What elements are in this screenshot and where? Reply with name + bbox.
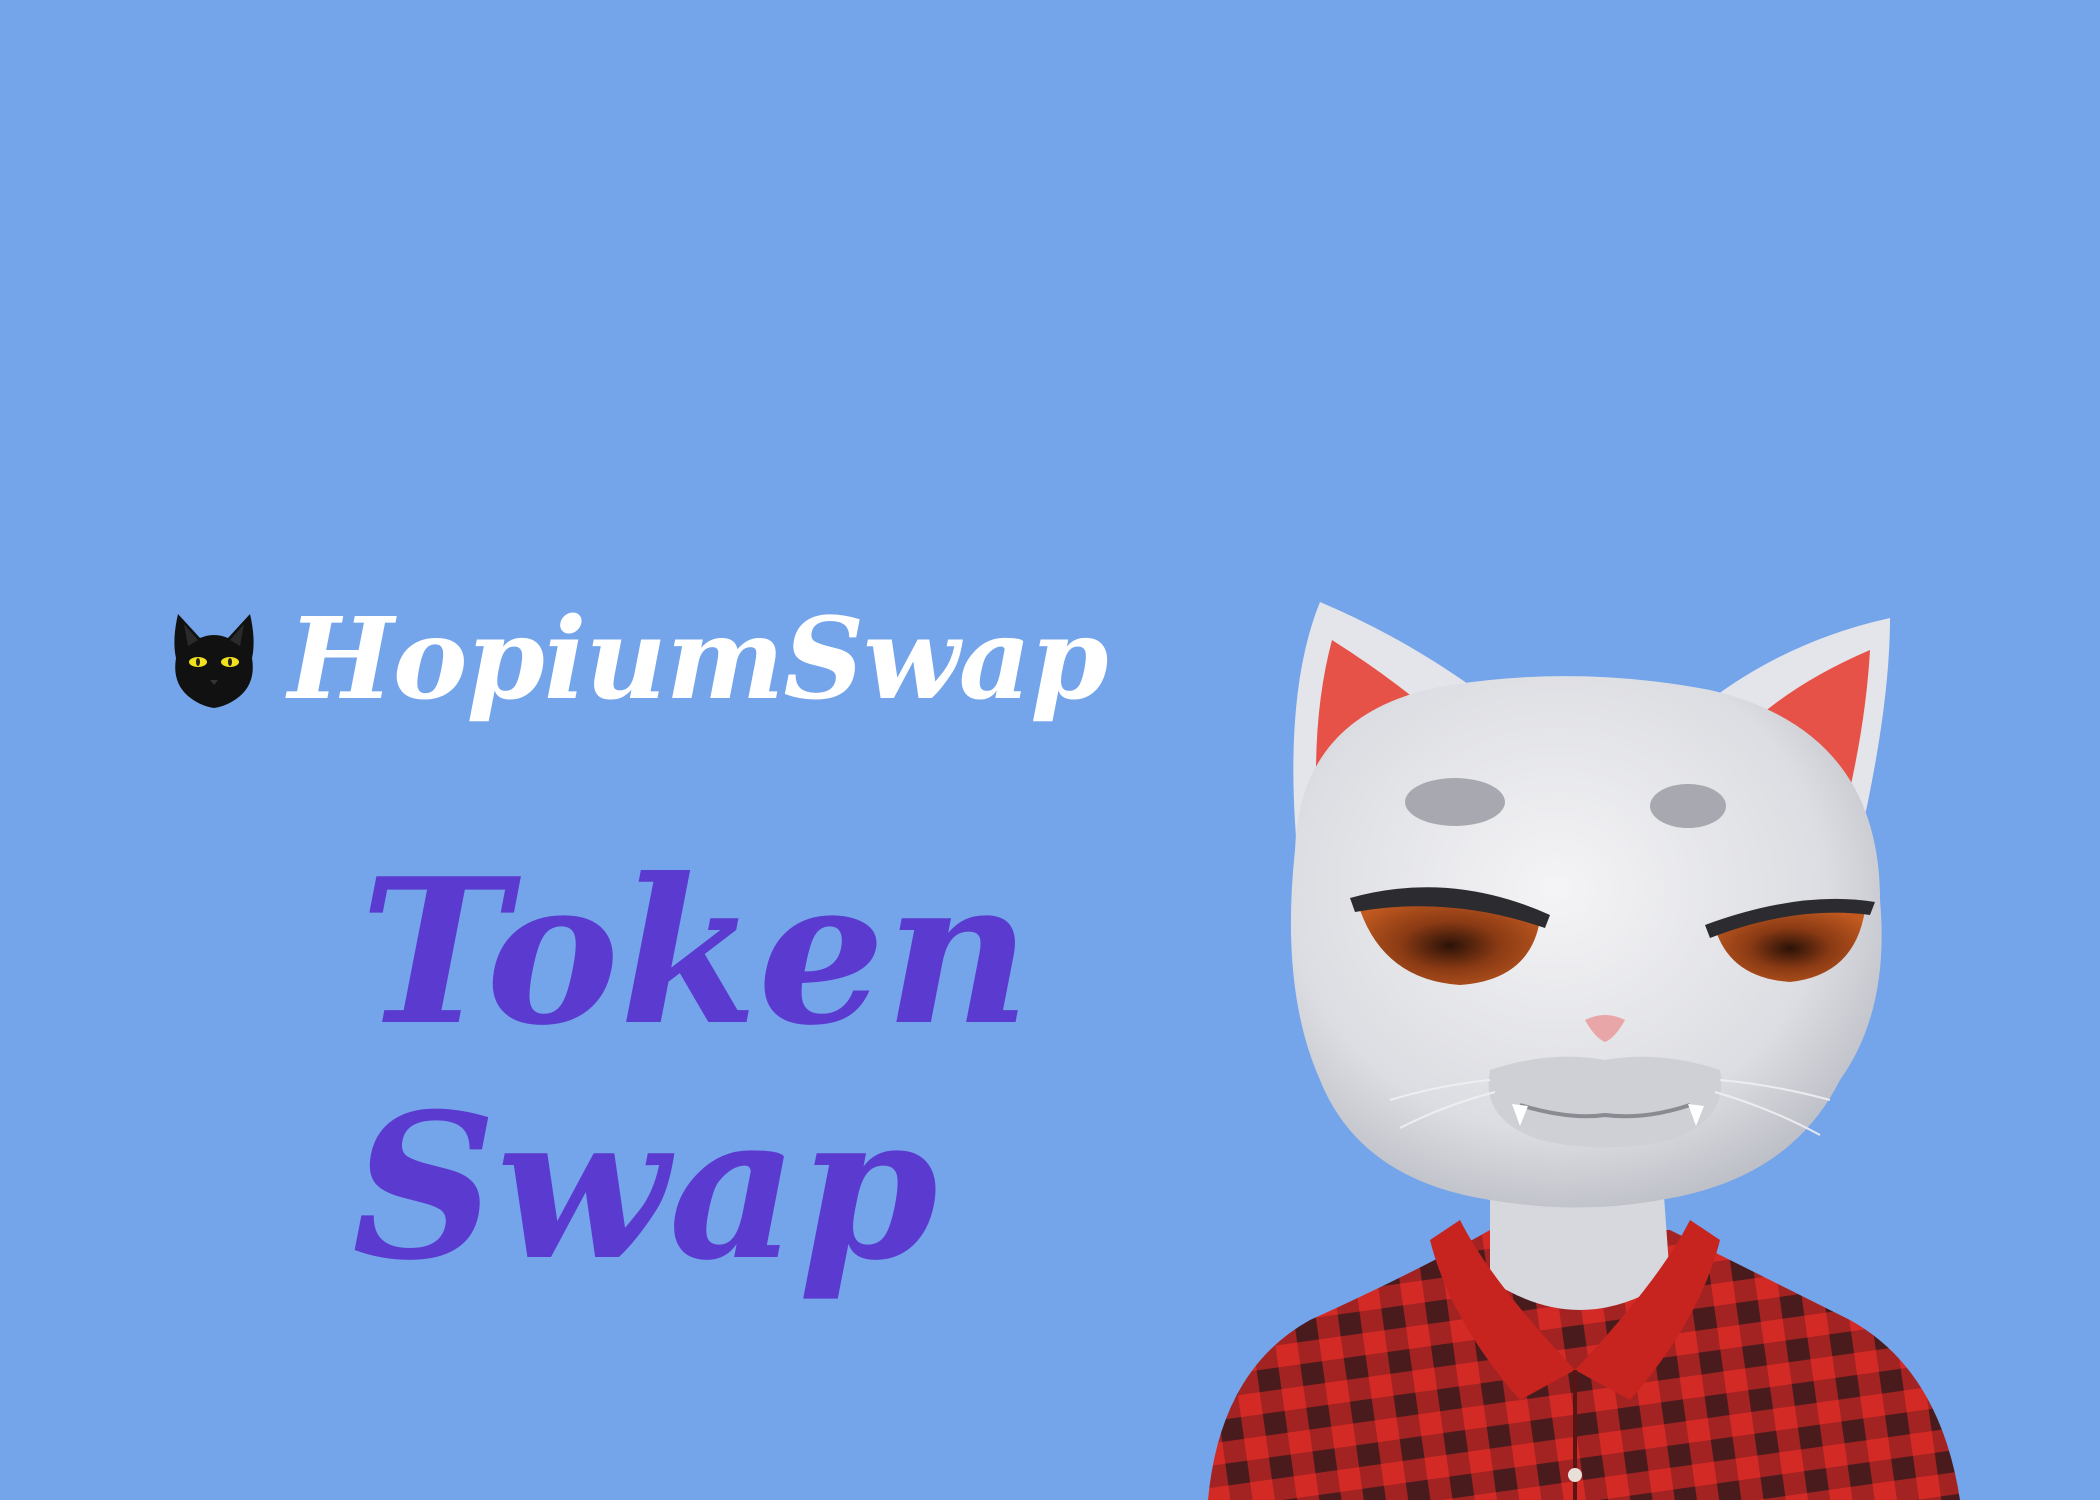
brand-lockup: HopiumSwap — [170, 590, 1108, 730]
brand-name: HopiumSwap — [288, 594, 1108, 725]
promo-banner: HopiumSwap Token Swap — [0, 0, 2100, 1500]
headline-line-1: Token — [360, 835, 1031, 1070]
headline: Token Swap — [352, 835, 1031, 1305]
white-cat-mascot-icon — [1208, 602, 1960, 1500]
headline-line-2: Swap — [352, 1070, 939, 1305]
black-cat-icon — [174, 614, 254, 708]
